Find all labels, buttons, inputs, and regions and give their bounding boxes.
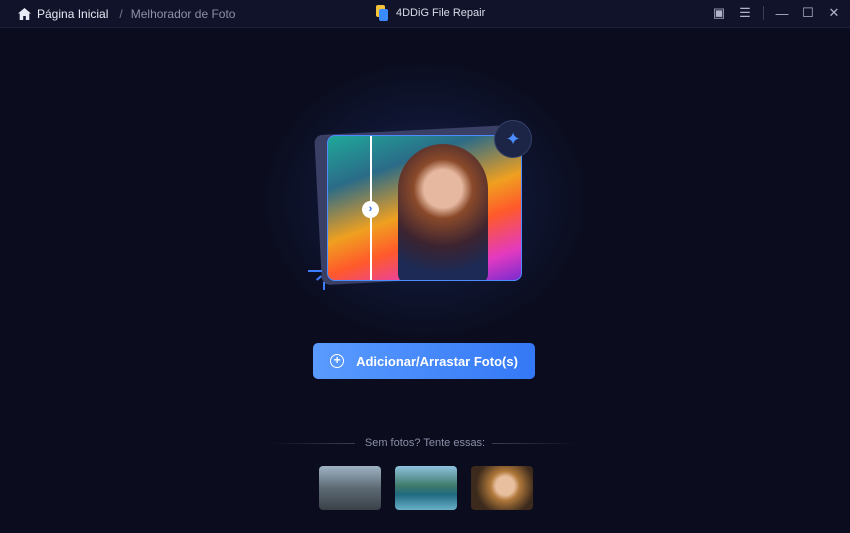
- app-title: 4DDiG File Repair: [376, 5, 485, 21]
- portrait-image: [398, 144, 488, 280]
- breadcrumb-home[interactable]: Página Inicial: [37, 7, 108, 21]
- breadcrumb: Página Inicial / Melhorador de Foto: [18, 7, 235, 21]
- window-controls: ▣ ☰ — ☐ ✕: [711, 5, 842, 21]
- app-title-text: 4DDiG File Repair: [396, 7, 486, 19]
- sparkle-icon: [308, 270, 322, 272]
- add-photo-button[interactable]: + Adicionar/Arrastar Foto(s): [313, 343, 535, 379]
- breadcrumb-separator: /: [119, 7, 123, 21]
- close-icon[interactable]: ✕: [826, 5, 842, 21]
- plus-circle-icon: +: [330, 354, 345, 368]
- sample-photo-city[interactable]: [319, 466, 381, 510]
- maximize-icon[interactable]: ☐: [800, 5, 816, 21]
- minimize-icon[interactable]: —: [774, 6, 790, 21]
- feedback-icon[interactable]: ▣: [711, 5, 727, 21]
- app-logo-icon: [376, 5, 388, 21]
- menu-icon[interactable]: ☰: [737, 5, 753, 21]
- title-bar: Página Inicial / Melhorador de Foto 4DDi…: [0, 0, 850, 28]
- sample-photos: [319, 466, 533, 510]
- magic-wand-icon: ✦: [494, 120, 532, 158]
- samples-hint: Sem fotos? Tente essas:: [364, 437, 486, 449]
- divider: [763, 6, 764, 20]
- sample-photo-portrait[interactable]: [471, 466, 533, 510]
- enhance-illustration: ›: [327, 135, 522, 281]
- breadcrumb-current: Melhorador de Foto: [130, 7, 236, 21]
- sparkle-icon: [323, 282, 325, 290]
- chevron-right-icon: ›: [362, 201, 379, 218]
- sample-photo-lake[interactable]: [395, 466, 457, 510]
- add-photo-label: Adicionar/Arrastar Foto(s): [356, 353, 518, 369]
- home-icon[interactable]: [18, 8, 31, 20]
